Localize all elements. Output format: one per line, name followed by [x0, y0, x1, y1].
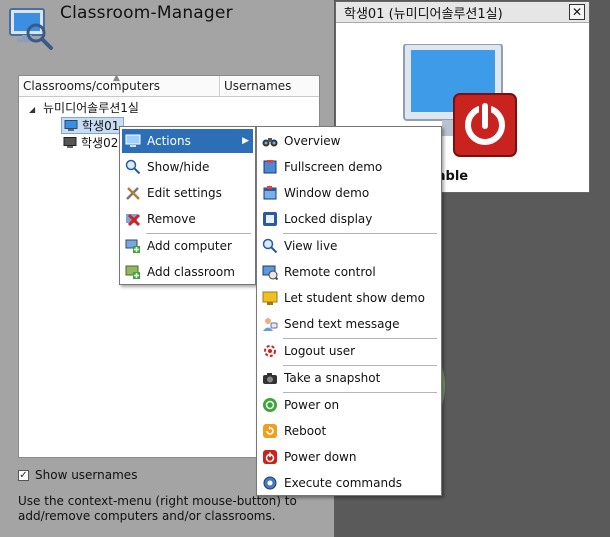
menu-item-remote-control[interactable]: Remote control [259, 260, 439, 284]
actions-submenu: Overview Fullscreen demo Window demo Loc… [256, 126, 442, 496]
menu-item-add-classroom[interactable]: Add classroom [122, 260, 253, 284]
remove-x-icon [125, 211, 141, 227]
close-button[interactable]: ✕ [569, 4, 585, 20]
power-on-icon [262, 397, 278, 413]
menu-item-label: Fullscreen demo [284, 160, 383, 174]
computer-icon [64, 120, 78, 131]
column-header-usernames-label: Usernames [224, 79, 292, 93]
tree-item-computer-2[interactable]: 학생02 [61, 135, 118, 152]
binoculars-icon [262, 133, 278, 149]
menu-item-label: Logout user [284, 344, 356, 358]
add-classroom-icon [125, 264, 141, 280]
window-demo-icon [262, 185, 278, 201]
message-icon [262, 316, 278, 332]
app-title: Classroom-Manager [60, 3, 233, 23]
logout-icon [262, 343, 278, 359]
menu-item-label: Power down [284, 450, 357, 464]
menu-item-view-live[interactable]: View live [259, 234, 439, 258]
computer-offline-icon [63, 137, 77, 148]
column-header-classrooms[interactable]: ▲ Classrooms/computers [19, 73, 220, 96]
menu-item-label: Show/hide [147, 160, 210, 174]
menu-item-label: Execute commands [284, 476, 402, 490]
column-header-usernames[interactable]: Usernames [220, 76, 319, 96]
menu-item-add-computer[interactable]: Add computer [122, 234, 253, 258]
context-menu: Actions ▶ Show/hide Edit settings Remove… [119, 126, 256, 285]
tree-item-computer-1[interactable]: 학생01 [61, 117, 125, 134]
show-usernames-label: Show usernames [35, 468, 138, 482]
add-computer-icon [125, 238, 141, 254]
menu-item-remove[interactable]: Remove [122, 207, 253, 231]
magnifier-icon [262, 238, 278, 254]
lock-display-icon [262, 211, 278, 227]
tools-icon [125, 185, 141, 201]
menu-item-label: View live [284, 239, 338, 253]
menu-item-label: Overview [284, 134, 341, 148]
menu-item-logout-user[interactable]: Logout user [259, 339, 439, 363]
column-header-classrooms-label: Classrooms/computers [23, 79, 161, 93]
power-down-icon [262, 449, 278, 465]
menu-item-overview[interactable]: Overview [259, 129, 439, 153]
collapse-icon[interactable]: ◢ [29, 101, 43, 118]
menu-item-actions[interactable]: Actions ▶ [122, 129, 253, 153]
menu-item-send-text-message[interactable]: Send text message [259, 312, 439, 336]
menu-item-power-down[interactable]: Power down [259, 445, 439, 469]
help-text: Use the context-menu (right mouse-button… [18, 494, 297, 523]
gear-icon [262, 475, 278, 491]
menu-item-label: Add classroom [147, 265, 235, 279]
menu-item-locked-display[interactable]: Locked display [259, 207, 439, 231]
menu-item-label: Actions [147, 134, 191, 148]
menu-item-label: Window demo [284, 186, 370, 200]
menu-item-take-snapshot[interactable]: Take a snapshot [259, 366, 439, 390]
submenu-arrow-icon: ▶ [242, 136, 249, 146]
magnifier-icon [125, 159, 141, 175]
menu-item-let-student-show-demo[interactable]: Let student show demo [259, 286, 439, 310]
fullscreen-demo-icon [262, 159, 278, 175]
computer-label: 학생01 [82, 119, 120, 133]
menu-item-label: Add computer [147, 239, 232, 253]
menu-item-label: Reboot [284, 424, 327, 438]
menu-item-label: Remote control [284, 265, 376, 279]
sort-arrow-icon: ▲ [113, 73, 120, 83]
menu-item-fullscreen-demo[interactable]: Fullscreen demo [259, 155, 439, 179]
reboot-icon [262, 423, 278, 439]
menu-item-window-demo[interactable]: Window demo [259, 181, 439, 205]
tree-header: ▲ Classrooms/computers Usernames [19, 73, 319, 97]
menu-item-label: Remove [147, 212, 196, 226]
status-window-titlebar[interactable]: 학생01 (뉴미디어솔루션1실) ✕ [336, 2, 589, 23]
menu-item-show-hide[interactable]: Show/hide [122, 155, 253, 179]
menu-item-execute-commands[interactable]: Execute commands [259, 471, 439, 495]
menu-item-reboot[interactable]: Reboot [259, 419, 439, 443]
menu-item-edit-settings[interactable]: Edit settings [122, 181, 253, 205]
show-usernames-checkbox[interactable]: ✓ Show usernames [18, 468, 137, 482]
menu-item-label: Take a snapshot [284, 371, 381, 385]
monitor-icon [125, 133, 141, 149]
menu-item-label: Send text message [284, 317, 400, 331]
remote-control-icon [262, 264, 278, 280]
menu-item-label: Let student show demo [284, 291, 425, 305]
classroom-manager-icon [9, 8, 53, 50]
classroom-label: 뉴미디어솔루션1실 [43, 101, 139, 115]
menu-item-power-on[interactable]: Power on [259, 393, 439, 417]
menu-item-label: Locked display [284, 212, 373, 226]
menu-item-label: Power on [284, 398, 340, 412]
checkbox-checked-icon[interactable]: ✓ [18, 469, 29, 481]
menu-item-label: Edit settings [147, 186, 222, 200]
camera-icon [262, 370, 278, 386]
student-demo-icon [262, 290, 278, 306]
tree-item-classroom[interactable]: ◢ 뉴미디어솔루션1실 [29, 100, 139, 117]
status-window-title: 학생01 (뉴미디어솔루션1실) [344, 7, 503, 22]
computer-label: 학생02 [81, 136, 119, 150]
